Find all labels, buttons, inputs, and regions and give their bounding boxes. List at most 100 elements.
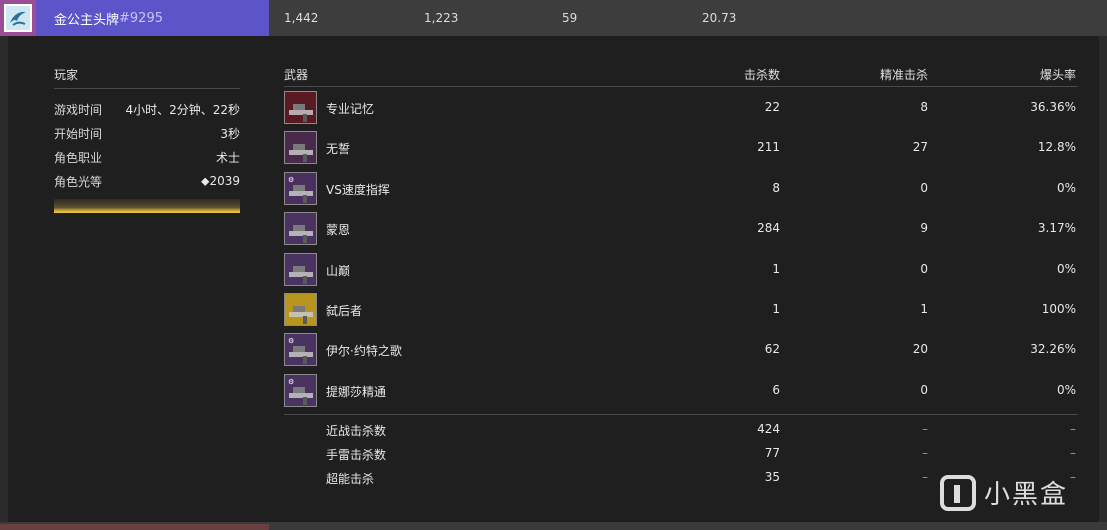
player-info-heading: 玩家	[54, 68, 79, 82]
weapon-name: 山巅	[326, 263, 351, 278]
info-row-light-level: 角色光等 ⬥2039	[54, 169, 240, 193]
sidearm-icon: ⚙	[284, 373, 317, 407]
weapon-precision-ratio: 0%	[1056, 382, 1076, 397]
weapon-name: VS速度指挥	[326, 182, 390, 197]
header-stat-4: 20.73	[702, 11, 737, 25]
weapons-table-header: 武器 击杀数 精准击杀 爆头率	[284, 66, 1078, 82]
weapon-row[interactable]: 专业记忆 22 8 36.36%	[284, 87, 1078, 127]
info-label: 游戏时间	[54, 102, 103, 117]
sniper-rifle-icon	[284, 91, 317, 124]
info-row-start-time: 开始时间 3秒	[54, 121, 240, 145]
weapon-name: 专业记忆	[326, 102, 375, 116]
info-label: 角色光等	[54, 174, 103, 189]
weapon-row[interactable]: 弑后者 1 1 100%	[284, 289, 1078, 329]
watermark-text: 小黑盒	[984, 480, 1069, 510]
weapons-table: 武器 击杀数 精准击杀 爆头率 专业记忆 22 8 36.36% 无誓 211 27 12.8…	[284, 66, 1078, 490]
weapon-precision-ratio: 32.26%	[1030, 342, 1076, 357]
info-row-class: 角色职业 术士	[54, 145, 240, 169]
weapon-precision-ratio: 100%	[1041, 301, 1076, 316]
misc-kill-count: 77	[764, 446, 780, 461]
misc-precision-kills: –	[922, 470, 928, 485]
weapon-name: 提娜莎精通	[326, 384, 387, 399]
next-player-tab[interactable]	[0, 524, 269, 530]
masterwork-badge-icon: ⚙	[288, 377, 295, 386]
misc-kill-label: 手雷击杀数	[326, 448, 387, 463]
weapon-kills: 22	[764, 100, 780, 114]
weapon-name: 蒙恩	[326, 223, 351, 238]
scout-rifle-icon	[284, 252, 317, 286]
weapon-art	[289, 144, 313, 163]
weapon-row[interactable]: 山巅 1 0 0%	[284, 249, 1078, 289]
weapon-precision-kills: 20	[912, 342, 928, 357]
info-value: 4小时、2分钟、22秒	[125, 102, 240, 117]
heavy-weapon-icon: ⚙	[284, 333, 317, 367]
info-label: 开始时间	[54, 126, 103, 141]
header-precision-ratio: 爆头率	[1039, 68, 1076, 82]
info-label: 角色职业	[54, 150, 103, 165]
weapon-kills: 8	[772, 180, 780, 195]
player-name: 金公主头牌	[54, 12, 120, 28]
weapon-precision-ratio: 3.17%	[1037, 221, 1076, 236]
misc-kill-count: 424	[757, 422, 780, 437]
header-stat-3: 59	[562, 11, 578, 25]
weapon-precision-kills: 9	[920, 221, 928, 236]
info-value: ⬥2039	[201, 173, 240, 188]
divider	[54, 88, 240, 89]
info-value: 3秒	[220, 126, 240, 141]
weapon-kills: 284	[757, 221, 780, 236]
weapon-art	[289, 225, 313, 244]
weapon-name: 伊尔·约特之歌	[326, 344, 402, 359]
info-value: 术士	[215, 150, 240, 165]
weapon-row[interactable]: 蒙恩 284 9 3.17%	[284, 208, 1078, 248]
player-info: 玩家 游戏时间 4小时、2分钟、22秒 开始时间 3秒 角色职业 术士 角色光等…	[54, 66, 240, 213]
misc-precision-ratio: –	[1070, 470, 1076, 485]
weapon-precision-kills: 8	[920, 100, 928, 114]
misc-kill-label: 近战击杀数	[326, 424, 387, 439]
weapon-row[interactable]: ⚙ 提娜莎精通 6 0 0%	[284, 370, 1078, 410]
pulse-rifle-icon: ⚙	[284, 171, 317, 205]
misc-precision-kills: –	[922, 422, 928, 437]
weapon-row[interactable]: 无誓 211 27 12.8%	[284, 127, 1078, 167]
weapon-art	[289, 104, 313, 122]
weapon-name: 弑后者	[326, 303, 363, 318]
weapon-kills: 211	[757, 140, 780, 155]
misc-precision-kills: –	[922, 446, 928, 461]
emblem-icon	[4, 4, 32, 32]
weapon-art	[289, 265, 313, 284]
smg-icon	[284, 212, 317, 246]
masterwork-badge-icon: ⚙	[288, 175, 295, 184]
emblem	[0, 0, 36, 36]
weapon-kills: 6	[772, 382, 780, 397]
misc-kill-row: 手雷击杀数 77 – –	[284, 442, 1078, 466]
header-stat-2: 1,223	[424, 11, 459, 25]
weapon-row[interactable]: ⚙ 伊尔·约特之歌 62 20 32.26%	[284, 329, 1078, 369]
player-code: #9295	[119, 10, 163, 26]
weapon-precision-ratio: 0%	[1056, 180, 1076, 195]
light-level-bar	[54, 199, 240, 213]
misc-kill-label: 超能击杀	[326, 472, 375, 487]
header-precision-kills: 精准击杀	[879, 68, 928, 82]
masterwork-badge-icon: ⚙	[288, 337, 295, 346]
weapon-precision-ratio: 12.8%	[1037, 140, 1076, 155]
weapon-precision-ratio: 0%	[1056, 261, 1076, 276]
weapon-kills: 1	[772, 261, 780, 276]
player-header-bar: 金公主头牌 #9295 1,442 1,223 59 20.73	[0, 0, 1107, 36]
header-weapon: 武器	[284, 68, 309, 82]
weapon-name: 无誓	[326, 142, 351, 157]
misc-kill-count: 35	[764, 470, 780, 485]
weapon-precision-kills: 1	[920, 301, 928, 316]
misc-precision-ratio: –	[1070, 446, 1076, 461]
weapon-precision-kills: 0	[920, 382, 928, 397]
header-kills: 击杀数	[743, 68, 780, 82]
misc-precision-ratio: –	[1070, 422, 1076, 437]
bow-icon	[284, 131, 317, 165]
exotic-rifle-icon	[284, 292, 317, 326]
weapon-row[interactable]: ⚙ VS速度指挥 8 0 0%	[284, 168, 1078, 208]
header-stat-1: 1,442	[284, 11, 319, 25]
player-tab[interactable]: 金公主头牌 #9295	[0, 0, 269, 36]
weapon-precision-kills: 0	[920, 180, 928, 195]
weapon-precision-kills: 27	[912, 140, 928, 155]
misc-kill-row: 近战击杀数 424 – –	[284, 418, 1078, 442]
watermark: 小黑盒	[940, 474, 1068, 511]
weapon-art	[289, 305, 313, 324]
